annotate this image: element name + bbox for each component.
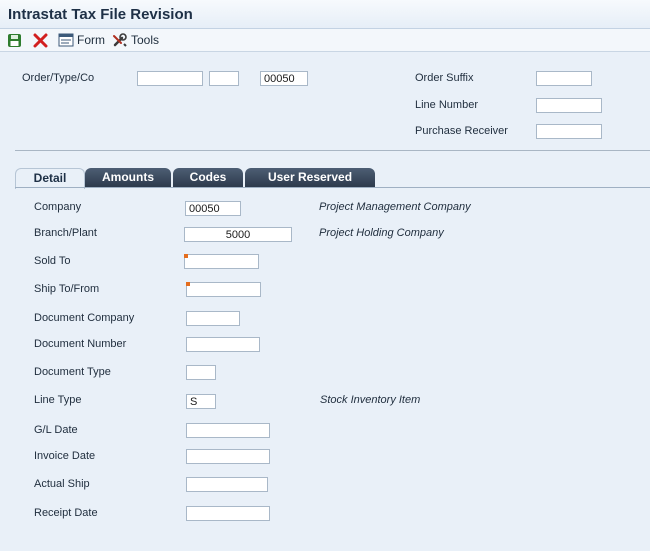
branch-plant-label: Branch/Plant — [34, 227, 97, 239]
line-type-field[interactable] — [186, 394, 216, 409]
invoice-date-label: Invoice Date — [34, 450, 96, 462]
order-suffix-label: Order Suffix — [415, 72, 474, 84]
document-number-field[interactable] — [186, 337, 260, 352]
form-icon — [58, 33, 74, 47]
sold-to-wrapper — [184, 254, 259, 269]
window-title: Intrastat Tax File Revision — [8, 6, 193, 23]
toolbar: Form Tools — [0, 29, 650, 52]
document-number-label: Document Number — [34, 338, 127, 350]
invoice-date-field[interactable] — [186, 449, 270, 464]
purchase-receiver-label: Purchase Receiver — [415, 125, 508, 137]
tools-menu-label: Tools — [131, 33, 160, 47]
order-number-field[interactable] — [137, 71, 203, 86]
company-description: Project Management Company — [319, 201, 471, 213]
tab-strip: Detail Amounts Codes User Reserved — [15, 168, 650, 189]
gl-date-label: G/L Date — [34, 424, 78, 436]
tab-codes[interactable]: Codes — [173, 168, 243, 187]
tab-rule — [15, 187, 650, 188]
required-marker — [184, 254, 188, 258]
ship-to-from-wrapper — [186, 282, 261, 297]
tab-amounts[interactable]: Amounts — [85, 168, 171, 187]
receipt-date-field[interactable] — [186, 506, 270, 521]
line-number-label: Line Number — [415, 99, 478, 111]
sold-to-field[interactable] — [184, 254, 259, 269]
document-type-field[interactable] — [186, 365, 216, 380]
branch-plant-description: Project Holding Company — [319, 227, 444, 239]
actual-ship-field[interactable] — [186, 477, 268, 492]
tab-detail[interactable]: Detail — [15, 168, 85, 189]
save-icon — [8, 33, 21, 47]
close-icon — [33, 33, 48, 47]
line-type-description: Stock Inventory Item — [320, 394, 421, 406]
company-field[interactable] — [185, 201, 241, 216]
header-divider — [15, 150, 650, 151]
line-type-label: Line Type — [34, 394, 82, 406]
actual-ship-label: Actual Ship — [34, 478, 90, 490]
save-button[interactable] — [7, 32, 22, 48]
form-menu-button[interactable]: Form — [58, 32, 105, 48]
line-number-field[interactable] — [536, 98, 602, 113]
order-suffix-field[interactable] — [536, 71, 592, 86]
company-label: Company — [34, 201, 82, 213]
order-type-co-label: Order/Type/Co — [22, 72, 95, 84]
ship-to-from-label: Ship To/From — [34, 283, 100, 295]
document-company-label: Document Company — [34, 312, 135, 324]
cancel-button[interactable] — [33, 32, 48, 48]
required-marker — [186, 282, 190, 286]
sold-to-label: Sold To — [34, 255, 71, 267]
order-company-field[interactable] — [260, 71, 308, 86]
receipt-date-label: Receipt Date — [34, 507, 98, 519]
document-type-label: Document Type — [34, 366, 111, 378]
tools-menu-button[interactable]: Tools — [112, 32, 159, 48]
branch-plant-field[interactable] — [184, 227, 292, 242]
title-bar: Intrastat Tax File Revision — [0, 0, 650, 29]
order-type-field[interactable] — [209, 71, 239, 86]
form-menu-label: Form — [77, 33, 105, 47]
tools-icon — [113, 33, 127, 47]
purchase-receiver-field[interactable] — [536, 124, 602, 139]
gl-date-field[interactable] — [186, 423, 270, 438]
document-company-field[interactable] — [186, 311, 240, 326]
tab-user-reserved[interactable]: User Reserved — [245, 168, 375, 187]
ship-to-from-field[interactable] — [186, 282, 261, 297]
